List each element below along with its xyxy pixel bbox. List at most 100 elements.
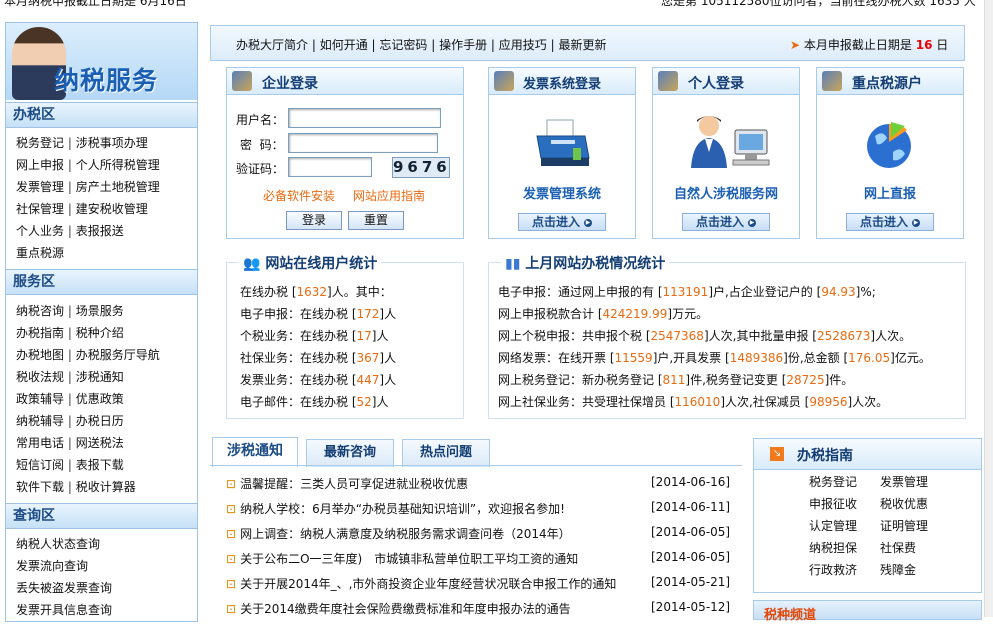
reset-button[interactable]: 重置 (348, 211, 404, 230)
link-form-download[interactable]: 表报下载 (76, 458, 124, 472)
nav-links: 办税大厅简介 | 如何开通 | 忘记密码 | 操作手册 | 应用技巧 | 最新更… (236, 38, 607, 52)
invoice-enter-button[interactable]: 点击进入 ▶ (518, 213, 606, 231)
link-tax-types[interactable]: 税种介绍 (76, 326, 124, 340)
link-lost-invoice[interactable]: 丢失被盗发票查询 (16, 581, 112, 595)
guide-social-security-fee[interactable]: 社保费 (880, 539, 916, 556)
link-personal-business[interactable]: 个人业务 (16, 224, 64, 238)
guide-tax-registration[interactable]: 税务登记 (809, 473, 857, 490)
link-tax-matters[interactable]: 涉税事项办理 (76, 136, 148, 150)
guide-certificate-management[interactable]: 证明管理 (880, 517, 928, 534)
arrow-bullet-icon: ⊡ (226, 552, 237, 566)
password-label: 密 码： (240, 138, 284, 152)
news-item[interactable]: ⊡ 关于开展2014年_、,市外商投资企业年度经营状况联合申报工作的通知 [2014… (226, 575, 736, 592)
link-taxpayer-guidance[interactable]: 纳税辅导 (16, 414, 64, 428)
link-online-filing[interactable]: 网上申报 (16, 158, 64, 172)
link-report-submission[interactable]: 表报报送 (76, 224, 124, 238)
link-hall-navigation[interactable]: 办税服务厅导航 (76, 348, 160, 362)
news-title[interactable]: 纳税人学校：6月举办“办税员基础知识培训”，欢迎报名参加! (240, 502, 565, 516)
online-row: 社保业务：在线办税 [367]人 (240, 349, 396, 366)
guide-tax-incentives[interactable]: 税收优惠 (880, 495, 928, 512)
key-taxpayer-enter-button[interactable]: 点击进入 ▶ (846, 213, 934, 231)
link-tax-calculator[interactable]: 税收计算器 (76, 480, 136, 494)
news-item[interactable]: ⊡ 纳税人学校：6月举办“办税员基础知识培训”，欢迎报名参加! [2014-06-1… (226, 500, 736, 517)
captcha-image[interactable]: 9676 (392, 157, 450, 178)
guide-administrative-relief[interactable]: 行政救济 (809, 561, 857, 578)
nav-tips[interactable]: 应用技巧 (499, 38, 547, 52)
news-title[interactable]: 温馨提醒：三类人员可享促进就业税收优惠 (240, 477, 468, 491)
software-install-link[interactable]: 必备软件安装 (263, 187, 335, 204)
news-date: [2014-06-11] (651, 500, 731, 514)
online-row-value: 52 (356, 395, 372, 409)
username-input[interactable] (288, 108, 441, 128)
news-item[interactable]: ⊡ 关于公布二O一三年度) 市城镇非私营单位职工平均工资的通知 [2014-06-0… (226, 550, 736, 567)
link-policy-guidance[interactable]: 政策辅导 (16, 392, 64, 406)
month-stats-text: 网络发票：在线开票 [ (498, 351, 615, 365)
tab-hot-issues[interactable]: 热点问题 (402, 439, 490, 467)
link-tax-guide[interactable]: 办税指南 (16, 326, 64, 340)
guide-disability-fund[interactable]: 残障金 (880, 561, 916, 578)
link-construction-tax[interactable]: 建安税收管理 (76, 202, 148, 216)
news-title[interactable]: 关于2014缴费年度社会保险费缴费标准和年度申报办法的通告 (240, 602, 571, 616)
news-title[interactable]: 关于公布二O一三年度) 市城镇非私营单位职工平均工资的通知 (240, 552, 578, 566)
link-tax-consultation[interactable]: 纳税咨询 (16, 304, 64, 318)
link-tax-notices[interactable]: 涉税通知 (76, 370, 124, 384)
link-tax-calendar[interactable]: 办税日历 (76, 414, 124, 428)
news-item[interactable]: ⊡ 关于2014缴费年度社会保险费缴费标准和年度申报办法的通告 [2014-05-1… (226, 600, 736, 617)
tab-latest-consult[interactable]: 最新咨询 (306, 439, 394, 467)
login-title: 企业登录 (262, 76, 318, 92)
link-social-security[interactable]: 社保管理 (16, 202, 64, 216)
nav-how-to-open[interactable]: 如何开通 (320, 38, 368, 52)
link-invoice-management[interactable]: 发票管理 (16, 180, 64, 194)
link-tax-map[interactable]: 办税地图 (16, 348, 64, 362)
month-stats-text: ]万元。 (667, 307, 709, 321)
nav-latest-updates[interactable]: 最新更新 (558, 38, 606, 52)
online-row-label: 电子邮件：在线办税 [ (240, 395, 357, 409)
left-sidebar: 纳税服务 办税区 税务登记 | 涉税事项办理 网上申报 | 个人所得税管理 发票… (5, 22, 198, 622)
link-invoice-issue-info[interactable]: 发票开具信息查询 (16, 603, 112, 617)
guide-filing-collection[interactable]: 申报征收 (809, 495, 857, 512)
news-item[interactable]: ⊡ 网上调查：纳税人满意度及纳税服务需求调查问卷（2014年） [2014-06-0… (226, 525, 736, 542)
guide-invoice-management[interactable]: 发票管理 (880, 473, 928, 490)
news-title[interactable]: 网上调查：纳税人满意度及纳税服务需求调查问卷（2014年） (240, 527, 571, 541)
online-row: 发票业务：在线办税 [447]人 (240, 371, 396, 388)
captcha-input[interactable] (288, 157, 372, 177)
news-item[interactable]: ⊡ 温馨提醒：三类人员可享促进就业税收优惠 [2014-06-16] (226, 475, 736, 492)
vertical-scrollbar[interactable] (984, 0, 993, 617)
guide-tax-guarantee[interactable]: 纳税担保 (809, 539, 857, 556)
password-input[interactable] (288, 133, 438, 153)
link-taxpayer-status[interactable]: 纳税人状态查询 (16, 537, 100, 551)
nav-manual[interactable]: 操作手册 (439, 38, 487, 52)
nav-hall-intro[interactable]: 办税大厅简介 (236, 38, 308, 52)
link-property-land-tax[interactable]: 房产土地税管理 (76, 180, 160, 194)
login-button[interactable]: 登录 (286, 211, 342, 230)
link-tax-law-delivery[interactable]: 网送税法 (76, 436, 124, 450)
tab-tax-notices[interactable]: 涉税通知 (212, 437, 298, 467)
link-software-download[interactable]: 软件下载 (16, 480, 64, 494)
news-title[interactable]: 关于开展2014年_、,市外商投资企业年度经营状况联合申报工作的通知 (240, 577, 616, 591)
news-date: [2014-06-16] (651, 475, 731, 489)
site-guide-link[interactable]: 网站应用指南 (353, 187, 425, 204)
tax-service-banner: 纳税服务 (6, 23, 197, 100)
invoice-title: 发票系统登录 (523, 77, 602, 92)
link-preferential-policy[interactable]: 优惠政策 (76, 392, 124, 406)
link-tax-registration[interactable]: 税务登记 (16, 136, 64, 150)
link-phone-numbers[interactable]: 常用电话 (16, 436, 64, 450)
online-row-label: 电子申报：在线办税 [ (240, 307, 357, 321)
users-icon: 👥 (243, 256, 261, 272)
banner-title: 纳税服务 (54, 66, 159, 95)
play-icon: ▶ (912, 218, 920, 227)
nav-forgot-password[interactable]: 忘记密码 (379, 38, 427, 52)
link-key-tax-sources[interactable]: 重点税源 (16, 246, 64, 260)
online-row-suffix: ]人 (379, 351, 397, 365)
key-taxpayer-enter-label: 点击进入 (859, 215, 908, 229)
personal-header: 个人登录 (653, 68, 799, 95)
personal-enter-button[interactable]: 点击进入 ▶ (682, 213, 770, 231)
link-tax-law[interactable]: 税收法规 (16, 370, 64, 384)
guide-certification[interactable]: 认定管理 (809, 517, 857, 534)
online-user-stats: 👥 网站在线用户统计 在线办税 [1632]人。其中： 电子申报：在线办税 [1… (226, 253, 464, 419)
link-sms-subscription[interactable]: 短信订阅 (16, 458, 64, 472)
link-invoice-flow[interactable]: 发票流向查询 (16, 559, 88, 573)
link-personal-income-tax[interactable]: 个人所得税管理 (76, 158, 160, 172)
last-month-stats: ▮▮ 上月网站办税情况统计 电子申报：通过网上申报的有 [113191]户,占企… (488, 253, 966, 419)
link-scenario-service[interactable]: 场景服务 (76, 304, 124, 318)
